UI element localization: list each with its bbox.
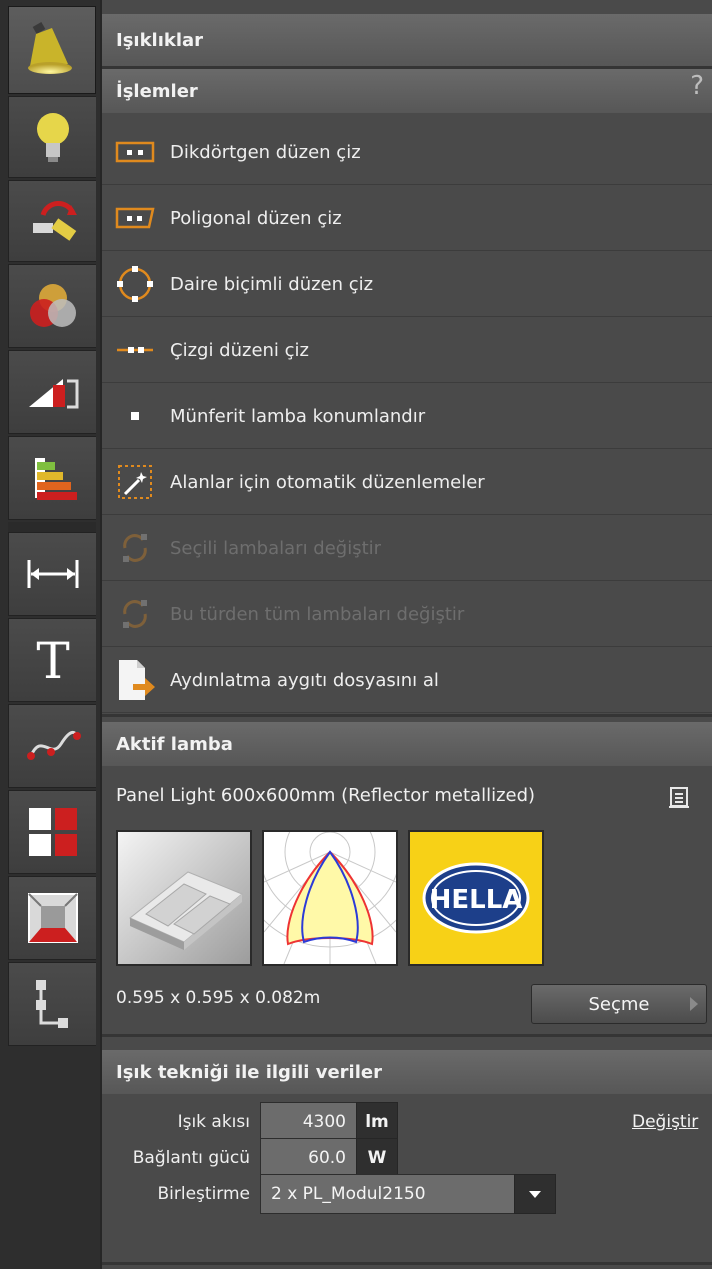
chevron-right-icon — [690, 997, 698, 1011]
hella-logo-text: HELLA — [430, 885, 523, 915]
combination-select[interactable]: 2 x PL_Modul2150 — [260, 1174, 556, 1214]
action-label: Seçili lambaları değiştir — [170, 537, 382, 559]
divider — [102, 1262, 712, 1265]
action-replace-selected[interactable]: Seçili lambaları değiştir — [102, 516, 712, 581]
text-icon: T — [36, 632, 69, 688]
toolbar-text-button[interactable]: T — [8, 618, 96, 702]
replace-selected-icon — [104, 528, 166, 568]
energy-icon — [34, 458, 77, 500]
action-label: Aydınlatma aygıtı dosyasını al — [170, 669, 439, 691]
luminaires-panel: Işıklıklar İşlemler ? Dikdörtgen düzen ç… — [100, 0, 712, 1269]
change-link[interactable]: Değiştir — [632, 1112, 698, 1132]
action-label: Bu türden tüm lambaları değiştir — [170, 603, 465, 625]
action-auto-layout[interactable]: Alanlar için otomatik düzenlemeler — [102, 450, 712, 515]
action-circular-layout[interactable]: Daire biçimli düzen çiz — [102, 252, 712, 317]
flux-value: 4300 — [260, 1102, 356, 1142]
photometric-header-text: Işık tekniği ile ilgili veriler — [116, 1061, 382, 1083]
luminaire-icon — [28, 22, 72, 74]
toolbar-ramp-button[interactable] — [8, 350, 96, 434]
single-lamp-icon — [104, 396, 166, 436]
combination-label: Birleştirme — [157, 1184, 250, 1204]
circle-layout-icon — [104, 264, 166, 304]
active-lamp-header: Aktif lamba — [102, 722, 712, 766]
help-icon[interactable]: ? — [690, 71, 704, 101]
line-layout-icon — [104, 330, 166, 370]
power-label: Bağlantı gücü — [132, 1148, 250, 1168]
left-toolbar: T — [0, 0, 100, 1269]
power-value: 60.0 — [260, 1138, 356, 1178]
action-line-layout[interactable]: Çizgi düzeni çiz — [102, 318, 712, 383]
room-icon — [27, 893, 78, 943]
combination-value: 2 x PL_Modul2150 — [271, 1184, 426, 1204]
manufacturer-logo[interactable]: HELLA — [408, 830, 544, 966]
select-lamp-button[interactable]: Seçme — [531, 984, 707, 1024]
flux-label: Işık akısı — [177, 1112, 250, 1132]
action-replace-all[interactable]: Bu türden tüm lambaları değiştir — [102, 582, 712, 647]
actions-header: İşlemler ? — [102, 69, 712, 113]
combination-dropdown-button[interactable] — [514, 1174, 556, 1214]
hella-logo: HELLA — [422, 862, 530, 934]
action-label: Poligonal düzen çiz — [170, 207, 342, 229]
svg-text:T: T — [36, 632, 69, 688]
toolbar-curve-button[interactable] — [8, 704, 96, 788]
curve-icon — [26, 731, 81, 760]
action-label: Çizgi düzeni çiz — [170, 339, 309, 361]
action-label: Daire biçimli düzen çiz — [170, 273, 374, 295]
active-lamp-name: Panel Light 600x600mm (Reflector metalli… — [116, 785, 536, 806]
light-distribution-diagram[interactable] — [234, 756, 426, 966]
actions-header-text: İşlemler — [116, 80, 198, 102]
lamp-details-icon[interactable] — [668, 786, 692, 810]
hierarchy-icon — [35, 980, 68, 1028]
divider — [102, 1034, 712, 1037]
dimension-icon — [27, 560, 78, 588]
panel-title: Işıklıklar — [102, 14, 712, 66]
toolbar-dimension-button[interactable] — [8, 532, 96, 616]
lamp-product-image[interactable] — [116, 830, 252, 966]
action-polygonal-layout[interactable]: Poligonal düzen çiz — [102, 186, 712, 251]
panel-title-text: Işıklıklar — [116, 29, 204, 51]
action-single-lamp[interactable]: Münferit lamba konumlandır — [102, 384, 712, 449]
panel-light-image — [129, 871, 243, 950]
tiles-icon — [28, 808, 77, 856]
magic-wand-icon — [104, 462, 166, 502]
toolbar-tiles-button[interactable] — [8, 790, 96, 874]
action-import-luminaire-file[interactable]: Aydınlatma aygıtı dosyasını al — [102, 648, 712, 713]
ramp-icon — [28, 379, 78, 409]
power-unit: W — [356, 1138, 398, 1178]
polygon-layout-icon — [104, 198, 166, 238]
chevron-down-icon — [529, 1191, 541, 1198]
active-lamp-header-text: Aktif lamba — [116, 733, 233, 755]
toolbar-energy-button[interactable] — [8, 436, 96, 520]
replace-all-icon — [104, 594, 166, 634]
color-icon — [29, 284, 76, 327]
import-file-icon — [104, 660, 166, 700]
photometric-header: Işık tekniği ile ilgili veriler — [102, 1050, 712, 1094]
toolbar-hierarchy-button[interactable] — [8, 962, 96, 1046]
toolbar-daylight-button[interactable] — [8, 180, 96, 262]
action-rectangular-layout[interactable]: Dikdörtgen düzen çiz — [102, 120, 712, 185]
action-label: Dikdörtgen düzen çiz — [170, 141, 361, 163]
toolbar-room-button[interactable] — [8, 876, 96, 960]
toolbar-color-button[interactable] — [8, 264, 96, 348]
select-lamp-label: Seçme — [588, 993, 650, 1015]
polar-diagram — [234, 756, 426, 965]
action-label: Münferit lamba konumlandır — [170, 405, 426, 427]
bulb-icon — [36, 113, 69, 162]
rectangle-layout-icon — [104, 132, 166, 172]
toolbar-divider — [8, 522, 96, 532]
daylight-icon — [32, 201, 77, 241]
action-label: Alanlar için otomatik düzenlemeler — [170, 471, 485, 493]
toolbar-bulb-button[interactable] — [8, 96, 96, 178]
toolbar-luminaires-button[interactable] — [8, 6, 96, 94]
divider — [102, 714, 712, 717]
flux-unit: lm — [356, 1102, 398, 1142]
lamp-dimensions: 0.595 x 0.595 x 0.082m — [116, 988, 321, 1008]
